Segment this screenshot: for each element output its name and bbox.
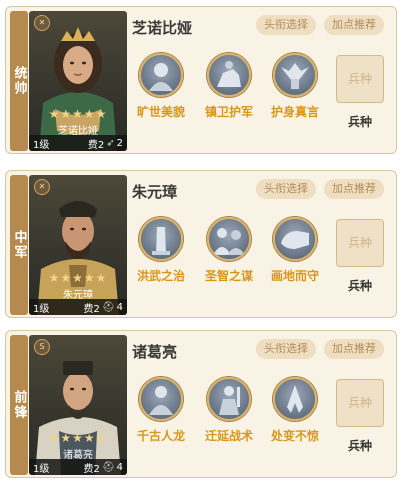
points-recommend-button[interactable]: 加点推荐	[324, 179, 384, 199]
level-text: 1级	[33, 139, 50, 151]
role-strip: 前锋	[10, 335, 28, 475]
skill-1[interactable]: 千古人龙	[126, 377, 196, 444]
general-card-3: 前锋 S ★★★★★ 诸葛亮 1级 费2 ⛑ 4 诸葛亮 头衔选择 加点推荐 千…	[5, 330, 397, 478]
cost-text: 费2	[83, 303, 100, 315]
skill-label: 迁延战术	[204, 429, 253, 443]
skill-3[interactable]: 画地而守	[260, 217, 330, 284]
scholar-icon	[139, 377, 183, 421]
general-portrait[interactable]: ✕ ★★★★★ 朱元璋 1级 费2 ⛑ 4	[29, 175, 127, 315]
cost-extra: 4	[116, 461, 123, 473]
skill-label: 旷世美貌	[136, 105, 185, 119]
troop-type-slot[interactable]: 兵种	[336, 55, 384, 103]
general-card-2: 中军 ✕ ★★★★★ 朱元璋 1级 费2 ⛑ 4 朱元璋 头衔选择 加点推荐 洪…	[5, 170, 397, 318]
role-strip: 中军	[10, 175, 28, 315]
level-text: 1级	[33, 463, 50, 475]
advisors-icon	[207, 217, 251, 261]
skill-2[interactable]: 迁延战术	[194, 377, 264, 444]
portrait-info-bar: 1级 费2 ⛑ 4	[29, 299, 127, 315]
skill-label: 处变不惊	[270, 429, 319, 443]
general-portrait[interactable]: S ★★★★★ 诸葛亮 1级 费2 ⛑ 4	[29, 335, 127, 475]
troop-type-label: 兵种	[347, 279, 372, 293]
wings-icon	[273, 53, 317, 97]
portrait-info-bar: 1级 费2 ⛑ 4	[29, 459, 127, 475]
warrior-icon	[207, 377, 251, 421]
general-name: 朱元璋	[132, 183, 178, 201]
skill-label: 千古人龙	[136, 429, 185, 443]
skill-label: 护身真言	[270, 105, 319, 119]
title-select-button[interactable]: 头衔选择	[256, 339, 316, 359]
skill-3[interactable]: 护身真言	[260, 53, 330, 120]
skill-1[interactable]: 旷世美貌	[126, 53, 196, 120]
title-select-button[interactable]: 头衔选择	[256, 179, 316, 199]
gauntlet-icon	[273, 217, 317, 261]
role-label: 中军	[11, 230, 27, 260]
role-label: 前锋	[11, 390, 27, 420]
general-card-1: 统帅 ✕ ★★★★★ 芝诺比娅 1级 费2 ➶ 2 芝诺比娅 头衔选择 加点推荐	[5, 6, 397, 154]
troop-type-label: 兵种	[347, 115, 372, 129]
star-rating: ★★★★★	[48, 107, 108, 121]
level-text: 1级	[33, 303, 50, 315]
cost-group: 费2 ⛑ 4	[84, 300, 123, 315]
cost-group: 费2 ⛑ 4	[84, 460, 123, 475]
skill-1[interactable]: 洪武之治	[126, 217, 196, 284]
cost-text: 费2	[83, 463, 100, 475]
title-select-button[interactable]: 头衔选择	[256, 15, 316, 35]
points-recommend-button[interactable]: 加点推荐	[324, 15, 384, 35]
troop-type-label: 兵种	[347, 439, 372, 453]
skill-2[interactable]: 镇卫护军	[194, 53, 264, 120]
general-portrait[interactable]: ✕ ★★★★★ 芝诺比娅 1级 费2 ➶ 2	[29, 11, 127, 151]
points-recommend-button[interactable]: 加点推荐	[324, 339, 384, 359]
praying-hands-icon	[273, 377, 317, 421]
star-rating: ★★★★★	[48, 431, 108, 445]
role-strip: 统帅	[10, 11, 28, 151]
season-badge-icon: ✕	[34, 179, 50, 195]
season-badge-icon: S	[34, 339, 50, 355]
cost-group: 费2 ➶ 2	[88, 136, 123, 151]
cavalry-icon	[207, 53, 251, 97]
general-name: 诸葛亮	[132, 343, 178, 361]
portrait-info-bar: 1级 费2 ➶ 2	[29, 135, 127, 151]
cost-text: 费2	[87, 139, 105, 151]
feather-icon: ➶	[106, 137, 115, 149]
star-rating: ★★★★★	[48, 271, 108, 285]
skill-3[interactable]: 处变不惊	[260, 377, 330, 444]
season-badge-icon: ✕	[34, 15, 50, 31]
skill-label: 洪武之治	[136, 269, 185, 283]
skill-label: 镇卫护军	[204, 105, 253, 119]
cost-extra: 2	[116, 137, 123, 149]
helmet-icon: ⛑	[101, 301, 115, 313]
skill-label: 圣智之谋	[204, 269, 253, 283]
troop-type-slot[interactable]: 兵种	[336, 379, 384, 427]
general-name: 芝诺比娅	[132, 19, 193, 37]
role-label: 统帅	[11, 66, 27, 96]
monument-icon	[139, 217, 183, 261]
statue-portrait-icon	[139, 53, 183, 97]
troop-type-slot[interactable]: 兵种	[336, 219, 384, 267]
skill-2[interactable]: 圣智之谋	[194, 217, 264, 284]
skill-label: 画地而守	[270, 269, 319, 283]
helmet-icon: ⛑	[101, 461, 115, 473]
cost-extra: 4	[116, 301, 123, 313]
